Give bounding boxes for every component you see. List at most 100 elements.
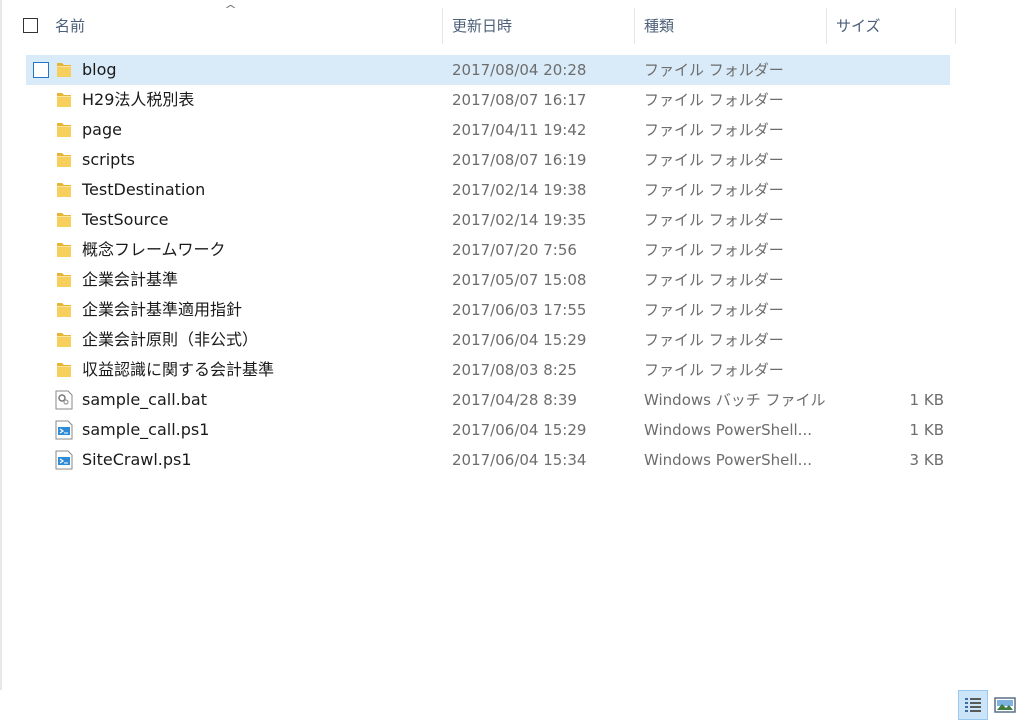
file-row[interactable]: 企業会計基準 2017/05/07 15:08 ファイル フォルダー xyxy=(0,265,1024,295)
column-type-label: 種類 xyxy=(644,17,675,35)
file-size xyxy=(860,145,944,175)
row-checkbox[interactable] xyxy=(33,62,49,78)
file-name: 企業会計基準 xyxy=(82,270,179,289)
file-row[interactable]: TestDestination 2017/02/14 19:38 ファイル フォルダ… xyxy=(0,175,1024,205)
file-date: 2017/04/28 8:39 xyxy=(452,391,577,409)
file-row[interactable]: blog 2017/08/04 20:28 ファイル フォルダー xyxy=(0,55,1024,85)
file-size xyxy=(860,55,944,85)
file-type: ファイル フォルダー xyxy=(644,241,784,259)
file-date: 2017/02/14 19:38 xyxy=(452,181,587,199)
file-row[interactable]: sample_call.bat 2017/04/28 8:39 Windows バッ… xyxy=(0,385,1024,415)
file-row[interactable]: scripts 2017/08/07 16:19 ファイル フォルダー xyxy=(0,145,1024,175)
large-icons-view-button[interactable] xyxy=(990,690,1020,720)
file-name: 企業会計原則（非公式） xyxy=(82,330,259,349)
column-header: ^ 名前 更新日時 種類 サイズ xyxy=(0,0,1024,52)
file-row[interactable]: 収益認識に関する会計基準 2017/08/03 8:25 ファイル フォルダー xyxy=(0,355,1024,385)
folder-icon xyxy=(55,210,73,230)
folder-icon xyxy=(55,120,73,140)
file-name: page xyxy=(82,120,122,139)
file-name: TestSource xyxy=(82,210,169,229)
column-separator[interactable] xyxy=(955,8,956,44)
file-size xyxy=(860,325,944,355)
folder-icon xyxy=(55,330,73,350)
file-date: 2017/04/11 19:42 xyxy=(452,121,587,139)
file-type: Windows バッチ ファイル xyxy=(644,391,826,409)
folder-icon xyxy=(55,240,73,260)
file-date: 2017/07/20 7:56 xyxy=(452,241,577,259)
file-name: sample_call.ps1 xyxy=(82,420,210,439)
file-row[interactable]: 企業会計原則（非公式） 2017/06/04 15:29 ファイル フォルダー xyxy=(0,325,1024,355)
folder-icon xyxy=(55,300,73,320)
column-separator[interactable] xyxy=(442,8,443,44)
column-name-label: 名前 xyxy=(55,17,86,35)
file-date: 2017/08/07 16:19 xyxy=(452,151,587,169)
file-type: ファイル フォルダー xyxy=(644,91,784,109)
folder-icon xyxy=(55,150,73,170)
file-size xyxy=(860,175,944,205)
file-size xyxy=(860,85,944,115)
file-type: ファイル フォルダー xyxy=(644,151,784,169)
column-separator[interactable] xyxy=(634,8,635,44)
folder-icon xyxy=(55,360,73,380)
file-size xyxy=(860,115,944,145)
file-row[interactable]: page 2017/04/11 19:42 ファイル フォルダー xyxy=(0,115,1024,145)
file-name: SiteCrawl.ps1 xyxy=(82,450,192,469)
file-date: 2017/06/04 15:29 xyxy=(452,421,587,439)
column-header-size[interactable]: サイズ xyxy=(836,8,954,44)
batch-file-icon xyxy=(55,390,73,410)
folder-icon xyxy=(55,90,73,110)
powershell-script-icon xyxy=(55,420,73,440)
file-row[interactable]: sample_call.ps1 2017/06/04 15:29 Windows P… xyxy=(0,415,1024,445)
file-size xyxy=(860,235,944,265)
column-header-date[interactable]: 更新日時 xyxy=(452,8,632,44)
file-size: 1 KB xyxy=(909,421,944,439)
file-row[interactable]: 企業会計基準適用指針 2017/06/03 17:55 ファイル フォルダー xyxy=(0,295,1024,325)
file-name: 企業会計基準適用指針 xyxy=(82,300,243,319)
large-icons-view-icon xyxy=(994,697,1016,713)
file-type: ファイル フォルダー xyxy=(644,61,784,79)
file-type: ファイル フォルダー xyxy=(644,271,784,289)
file-date: 2017/08/03 8:25 xyxy=(452,361,577,379)
file-name: H29法人税別表 xyxy=(82,90,195,109)
file-row[interactable]: H29法人税別表 2017/08/07 16:17 ファイル フォルダー xyxy=(0,85,1024,115)
file-name: TestDestination xyxy=(82,180,206,199)
file-row[interactable]: TestSource 2017/02/14 19:35 ファイル フォルダー xyxy=(0,205,1024,235)
file-date: 2017/06/04 15:29 xyxy=(452,331,587,349)
file-size xyxy=(860,205,944,235)
column-date-label: 更新日時 xyxy=(452,17,513,35)
file-type: ファイル フォルダー xyxy=(644,121,784,139)
file-type: Windows PowerShell... xyxy=(644,421,812,439)
file-date: 2017/08/04 20:28 xyxy=(452,61,587,79)
file-date: 2017/02/14 19:35 xyxy=(452,211,587,229)
column-header-type[interactable]: 種類 xyxy=(644,8,824,44)
select-all-checkbox[interactable] xyxy=(23,18,38,33)
file-date: 2017/06/04 15:34 xyxy=(452,451,587,469)
details-view-button[interactable] xyxy=(958,690,988,720)
file-type: ファイル フォルダー xyxy=(644,211,784,229)
file-name: 収益認識に関する会計基準 xyxy=(82,360,275,379)
file-size: 1 KB xyxy=(909,391,944,409)
folder-icon xyxy=(55,270,73,290)
file-date: 2017/06/03 17:55 xyxy=(452,301,587,319)
file-date: 2017/05/07 15:08 xyxy=(452,271,587,289)
file-type: Windows PowerShell... xyxy=(644,451,812,469)
file-name: scripts xyxy=(82,150,135,169)
column-header-name[interactable]: 名前 xyxy=(55,8,440,44)
folder-icon xyxy=(55,180,73,200)
folder-icon xyxy=(55,60,73,80)
details-view-icon xyxy=(965,698,981,712)
column-separator[interactable] xyxy=(826,8,827,44)
file-size xyxy=(860,355,944,385)
file-name: blog xyxy=(82,60,117,79)
powershell-script-icon xyxy=(55,450,73,470)
file-type: ファイル フォルダー xyxy=(644,331,784,349)
file-row[interactable]: SiteCrawl.ps1 2017/06/04 15:34 Windows Pow… xyxy=(0,445,1024,475)
file-date: 2017/08/07 16:17 xyxy=(452,91,587,109)
file-name: 概念フレームワーク xyxy=(82,240,226,259)
file-type: ファイル フォルダー xyxy=(644,181,784,199)
file-row[interactable]: 概念フレームワーク 2017/07/20 7:56 ファイル フォルダー xyxy=(0,235,1024,265)
file-size xyxy=(860,265,944,295)
file-size xyxy=(860,295,944,325)
file-name: sample_call.bat xyxy=(82,390,207,409)
column-size-label: サイズ xyxy=(836,17,881,35)
